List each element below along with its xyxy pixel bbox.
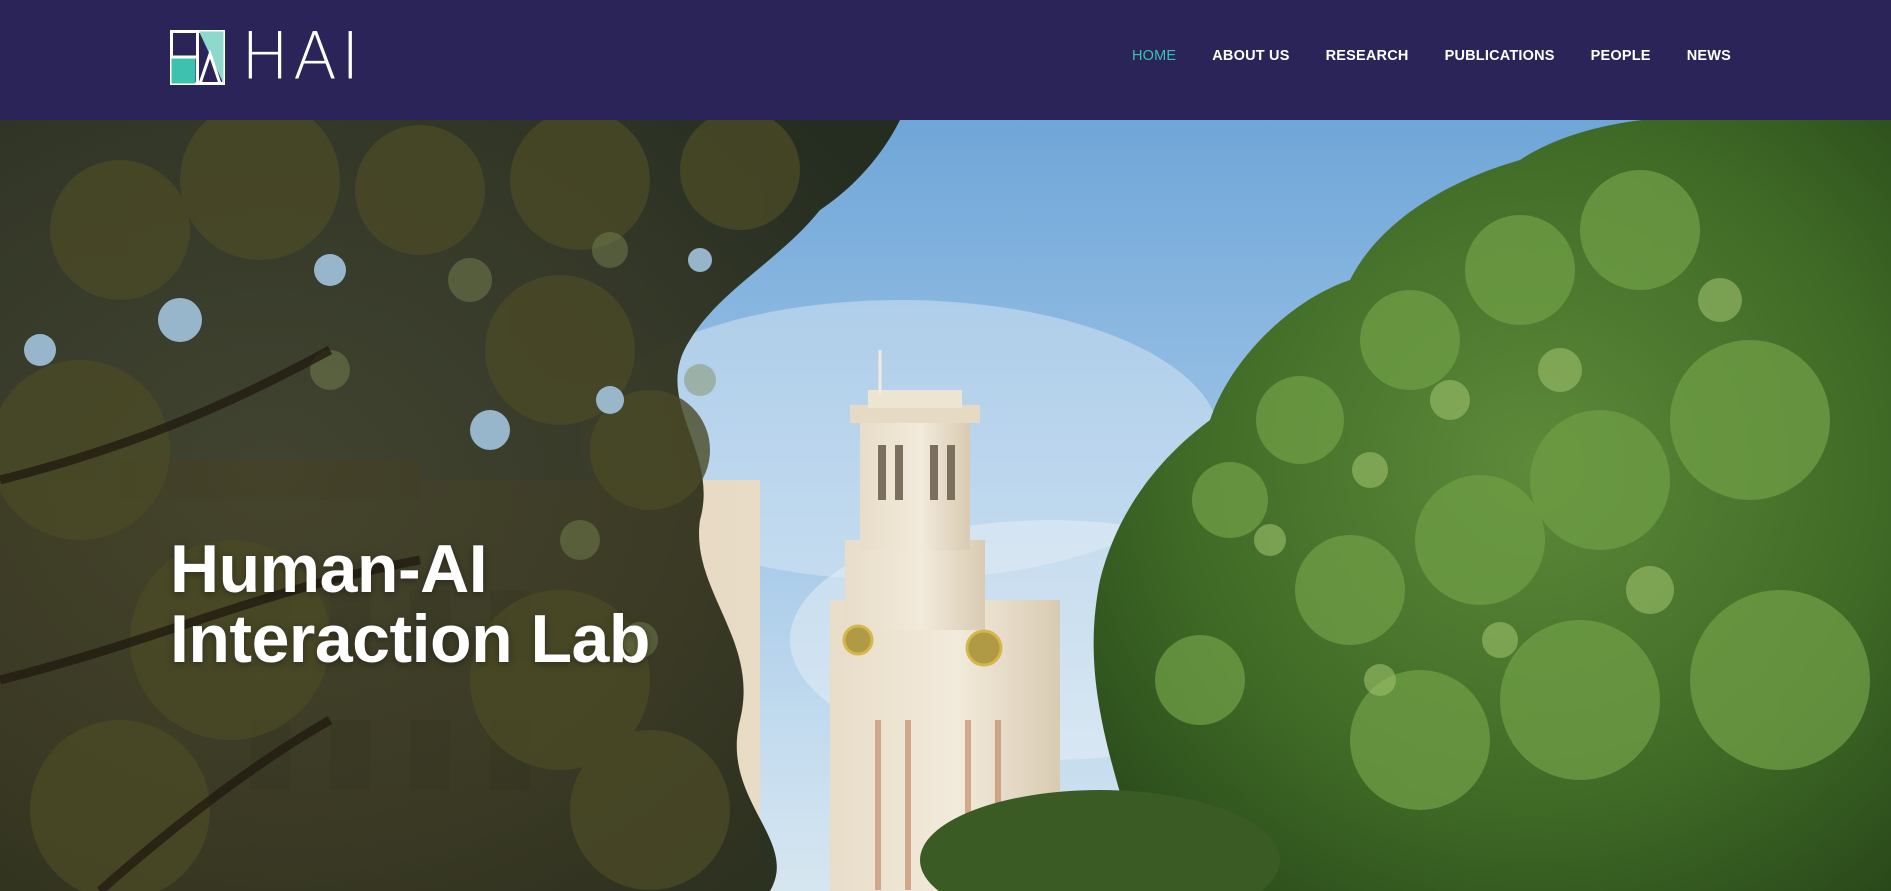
nav-people[interactable]: PEOPLE xyxy=(1591,42,1651,70)
hero-title-line-2: Interaction Lab xyxy=(170,601,650,677)
site-header: HAI HOME ABOUT US RESEARCH PUBLICATIONS … xyxy=(0,0,1891,120)
home-logo-link[interactable]: HAI xyxy=(170,19,364,95)
hero-title: Human-AI Interaction Lab xyxy=(170,534,650,674)
nav-publications[interactable]: PUBLICATIONS xyxy=(1445,42,1555,70)
nav-research[interactable]: RESEARCH xyxy=(1326,42,1409,70)
page: HAI HOME ABOUT US RESEARCH PUBLICATIONS … xyxy=(0,0,1891,891)
nav-news[interactable]: NEWS xyxy=(1687,42,1731,70)
hero-section: Human-AI Interaction Lab xyxy=(0,120,1891,891)
main-nav: HOME ABOUT US RESEARCH PUBLICATIONS PEOP… xyxy=(1096,0,1731,112)
hai-logo-mark-icon xyxy=(170,29,225,85)
hero-title-line-1: Human-AI xyxy=(170,531,488,607)
nav-about-us[interactable]: ABOUT US xyxy=(1212,42,1289,70)
hero-background-image xyxy=(0,120,1891,891)
nav-home[interactable]: HOME xyxy=(1132,42,1176,70)
logo-text: HAI xyxy=(241,19,364,95)
